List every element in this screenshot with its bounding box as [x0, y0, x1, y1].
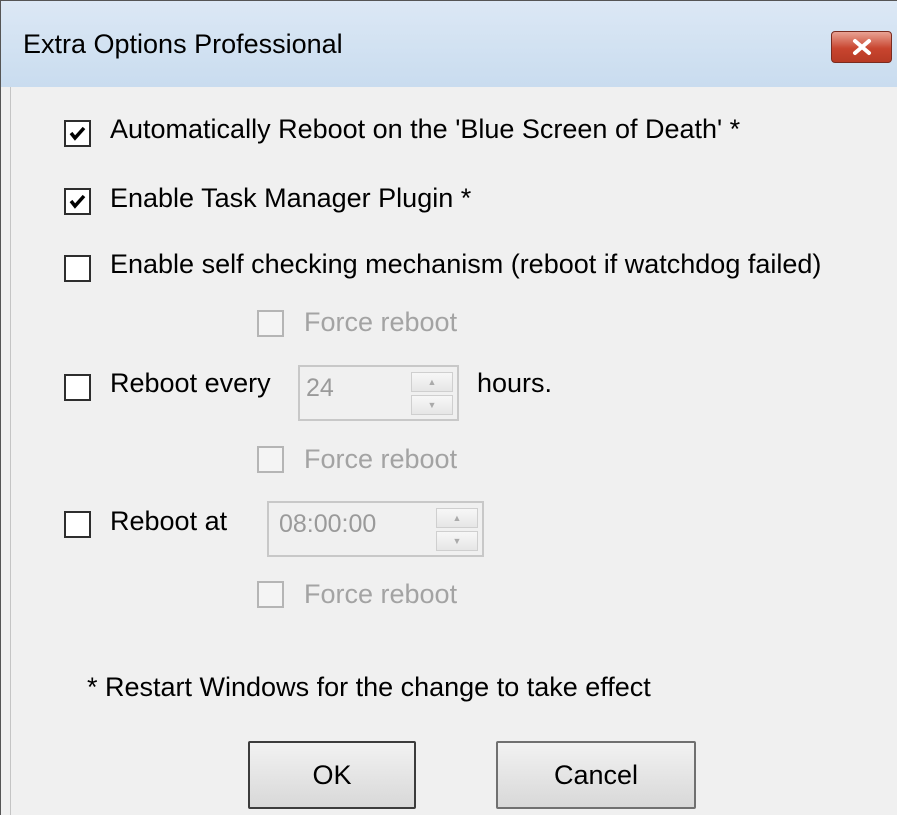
reboot-at-label[interactable]: Reboot at	[110, 506, 227, 537]
cancel-button[interactable]: Cancel	[496, 741, 696, 809]
reboot-at-time-spinner[interactable]: 08:00:00 ▲ ▼	[267, 501, 484, 557]
title-bar[interactable]: Extra Options Professional	[1, 1, 897, 87]
reboot-every-hours-spinner[interactable]: 24 ▲ ▼	[298, 365, 459, 421]
spin-up-button[interactable]: ▲	[436, 508, 478, 528]
reboot-every-checkbox[interactable]	[64, 374, 91, 401]
restart-footnote: * Restart Windows for the change to take…	[87, 672, 651, 702]
reboot-at-checkbox[interactable]	[64, 511, 91, 538]
reboot-every-force-reboot-label[interactable]: Force reboot	[304, 444, 457, 475]
chevron-up-icon: ▲	[427, 376, 437, 387]
self-checking-label[interactable]: Enable self checking mechanism (reboot i…	[110, 249, 821, 280]
hours-unit-label: hours.	[477, 368, 553, 398]
self-checking-force-reboot-label[interactable]: Force reboot	[304, 307, 457, 338]
task-manager-plugin-checkbox[interactable]	[64, 188, 91, 215]
self-checking-checkbox[interactable]	[64, 255, 91, 282]
reboot-every-force-reboot-checkbox[interactable]	[257, 446, 284, 473]
ok-button[interactable]: OK	[248, 741, 416, 809]
close-button[interactable]	[831, 31, 892, 63]
auto-reboot-bsod-checkbox[interactable]	[64, 120, 91, 147]
reboot-at-force-reboot-checkbox[interactable]	[257, 581, 284, 608]
chevron-down-icon: ▼	[427, 399, 437, 410]
spin-up-button[interactable]: ▲	[411, 372, 453, 392]
dialog-window: Extra Options Professional Automatically…	[0, 0, 897, 815]
checkmark-icon	[69, 194, 86, 209]
spin-down-button[interactable]: ▼	[411, 395, 453, 415]
task-manager-plugin-label[interactable]: Enable Task Manager Plugin *	[110, 183, 471, 214]
chevron-down-icon: ▼	[452, 535, 462, 546]
reboot-at-time-value[interactable]: 08:00:00	[279, 510, 376, 539]
spin-down-button[interactable]: ▼	[436, 531, 478, 551]
chevron-up-icon: ▲	[452, 512, 462, 523]
checkmark-icon	[69, 126, 86, 141]
self-checking-force-reboot-checkbox[interactable]	[257, 310, 284, 337]
reboot-every-label[interactable]: Reboot every	[110, 368, 271, 399]
reboot-every-hours-value[interactable]: 24	[306, 374, 334, 403]
dialog-body: Automatically Reboot on the 'Blue Screen…	[10, 87, 897, 815]
reboot-at-force-reboot-label[interactable]: Force reboot	[304, 579, 457, 610]
window-title: Extra Options Professional	[23, 29, 343, 59]
close-icon	[852, 39, 871, 55]
auto-reboot-bsod-label[interactable]: Automatically Reboot on the 'Blue Screen…	[110, 114, 740, 145]
